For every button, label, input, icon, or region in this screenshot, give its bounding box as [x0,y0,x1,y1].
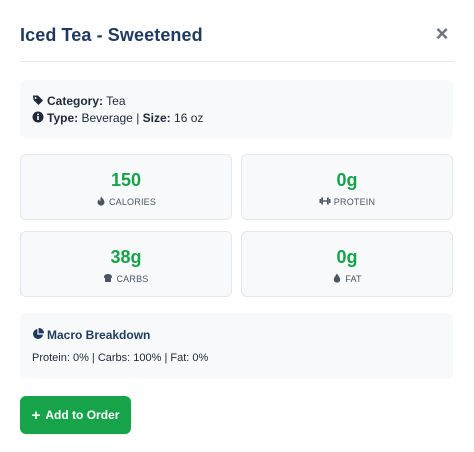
size-label: Size: [142,111,171,125]
plus-icon: + [31,407,41,424]
modal-header: Iced Tea - Sweetened × [20,22,454,62]
info-circle-icon [32,111,44,123]
macro-breakdown-card: Macro Breakdown Protein: 0% | Carbs: 100… [20,313,453,379]
category-value: Tea [106,94,126,108]
calories-value: 150 [110,170,142,190]
dumbbell-icon [319,197,331,205]
stat-calories: 150 CALORIES [20,154,232,220]
fat-label-row: FAT [242,273,452,285]
add-to-order-button[interactable]: + Add to Order [20,396,131,434]
pie-chart-icon [33,328,44,339]
macro-title: Macro Breakdown [47,328,151,342]
bread-icon [104,274,113,282]
stat-protein: 0g PROTEIN [241,154,453,220]
macro-text: Protein: 0% | Carbs: 100% | Fat: 0% [32,352,209,364]
calories-label-row: CALORIES [21,196,231,208]
category-line: Category: Tea [32,93,126,109]
tag-icon [33,95,43,105]
modal-title: Iced Tea - Sweetened [20,25,203,45]
fat-value: 0g [336,247,358,267]
droplet-icon [334,273,341,283]
close-icon[interactable]: × [432,22,452,46]
item-info-card: Category: Tea Type: Beverage | Size: 16 … [20,80,453,138]
calories-label: CALORIES [108,197,157,207]
add-to-order-label: Add to Order [45,408,120,422]
protein-label: PROTEIN [333,197,376,207]
food-detail-modal: Iced Tea - Sweetened × Category: Tea Typ… [0,0,474,452]
type-label: Type: [47,111,79,125]
macro-title-row: Macro Breakdown [32,327,150,343]
protein-value: 0g [336,170,358,190]
protein-label-row: PROTEIN [242,196,452,208]
category-label: Category: [47,94,104,108]
carbs-label: CARBS [116,274,149,284]
carbs-label-row: CARBS [21,273,231,285]
carbs-value: 38g [110,247,142,267]
type-line: Type: Beverage | Size: 16 oz [32,110,203,126]
size-value: 16 oz [174,111,204,125]
info-separator: | [136,111,140,125]
fire-icon [97,196,105,206]
type-value: Beverage [81,111,133,125]
fat-label: FAT [345,274,362,284]
stat-fat: 0g FAT [241,231,453,297]
stat-carbs: 38g CARBS [20,231,232,297]
